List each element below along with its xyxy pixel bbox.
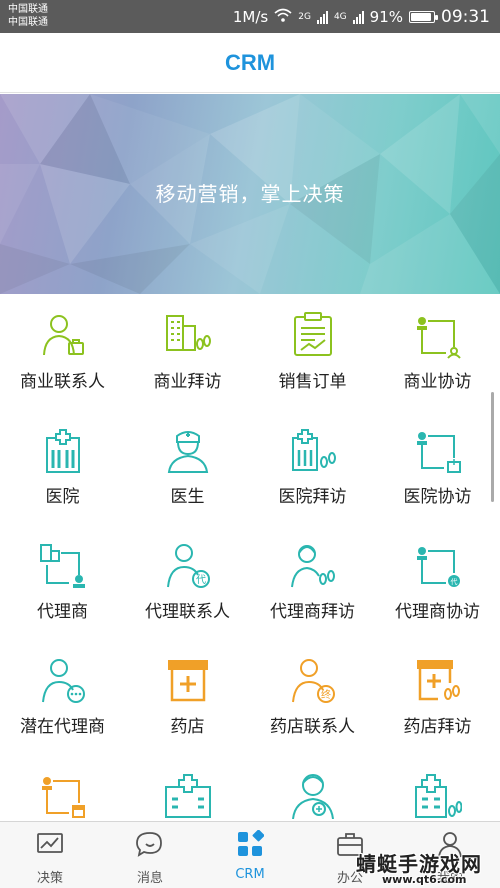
hospital-co-visit-icon <box>417 432 461 473</box>
grid-item-label: 医生 <box>170 487 205 507</box>
grid-item-agent-contact[interactable]: 代 代理联系人 <box>125 525 250 640</box>
grid-item-label: 医院 <box>45 487 80 507</box>
pharmacy-co-visit-icon <box>42 777 85 818</box>
grid-item-label: 商业拜访 <box>153 372 222 392</box>
grid-item-pharmacy-contact[interactable]: 终 药店联系人 <box>250 640 375 755</box>
grid-item-label: 药店 <box>170 717 205 737</box>
grid-item-agent-co-visit[interactable]: 代 代理商协访 <box>375 525 500 640</box>
grid-item-label: 代理商拜访 <box>270 602 355 622</box>
battery-percent: 91% <box>369 8 403 26</box>
business-visit-icon <box>166 315 211 351</box>
svg-text:代: 代 <box>451 577 458 586</box>
grid-item-doctor[interactable]: 医生 <box>125 410 250 525</box>
banner[interactable]: 移动营销，掌上决策 <box>0 94 500 294</box>
watermark: 蜻蜓手游戏网 www.qt6.com <box>348 846 500 888</box>
grid-item-business-visit[interactable]: 商业拜访 <box>125 295 250 410</box>
agent-icon <box>40 544 85 588</box>
nav-label: 消息 <box>136 871 163 886</box>
nav-item-decision[interactable]: 决策 <box>0 822 100 888</box>
business-contact-icon <box>43 315 84 356</box>
hospital-icon <box>46 429 80 473</box>
agent-contact-icon: 代 <box>167 544 210 588</box>
module-grid: 商业联系人 商业拜访 销售订单 商业协访 医院 医生 医院拜访 医院协访 代理商… <box>0 295 500 821</box>
grid-item-label: 医院协访 <box>403 487 472 507</box>
page-title: CRM <box>224 50 276 75</box>
pharmacy-visit-icon <box>417 660 460 701</box>
scrollbar[interactable] <box>491 392 494 502</box>
grid-item-label: 药店联系人 <box>270 717 355 737</box>
hospital-visit-icon <box>292 429 336 471</box>
grid-item-label: 代理联系人 <box>145 602 230 622</box>
grid-item-agent-visit[interactable]: 代理商拜访 <box>250 525 375 640</box>
watermark-url: www.qt6.com <box>382 873 467 886</box>
grid-item-hospital-building[interactable] <box>125 755 250 821</box>
nav-label: 决策 <box>36 871 63 886</box>
grid-item-business-contact[interactable]: 商业联系人 <box>0 295 125 410</box>
grid-item-label: 商业联系人 <box>20 372 105 392</box>
signal-icon <box>316 10 328 24</box>
crm-grid-icon <box>238 830 264 856</box>
carrier-1: 中国联通 <box>8 4 48 15</box>
potential-agent-icon <box>42 659 85 703</box>
banner-slogan: 移动营销，掌上决策 <box>155 182 345 206</box>
nav-label: CRM <box>235 867 265 882</box>
grid-item-business-co-visit[interactable]: 商业协访 <box>375 295 500 410</box>
agent-visit-icon <box>291 545 335 588</box>
pharmacy-icon <box>168 660 208 702</box>
grid-item-hospital[interactable]: 医院 <box>0 410 125 525</box>
grid-item-label: 代理商 <box>37 602 88 622</box>
doctor-plus-icon <box>292 774 334 819</box>
grid-item-hospital-co-visit[interactable]: 医院协访 <box>375 410 500 525</box>
net-type-1: 2G <box>298 12 311 22</box>
carrier-2: 中国联通 <box>8 17 48 28</box>
svg-text:终: 终 <box>321 688 331 701</box>
doctor-icon <box>167 431 209 473</box>
grid-item-label: 医院拜访 <box>278 487 347 507</box>
chart-icon <box>37 833 63 853</box>
grid-item-label: 商业协访 <box>403 372 472 392</box>
grid-item-pharmacy-co-visit[interactable] <box>0 755 125 821</box>
signal-icon-2 <box>352 10 364 24</box>
grid-item-label: 销售订单 <box>278 372 347 392</box>
message-icon <box>136 832 162 857</box>
grid-item-pharmacy-visit[interactable]: 药店拜访 <box>375 640 500 755</box>
status-bar: 中国联通 中国联通 1M/s 2G 4G 91% 09:31 <box>0 0 500 33</box>
grid-item-pharmacy[interactable]: 药店 <box>125 640 250 755</box>
wifi-icon <box>274 8 292 26</box>
battery-icon <box>409 11 438 23</box>
nav-item-crm[interactable]: CRM <box>200 822 300 888</box>
grid-item-hospital-visit[interactable]: 医院拜访 <box>250 410 375 525</box>
grid-item-label: 药店拜访 <box>403 717 472 737</box>
grid-item-label: 代理商协访 <box>395 602 480 622</box>
grid-item-label: 潜在代理商 <box>20 717 105 737</box>
status-indicators: 1M/s 2G 4G 91% 09:31 <box>233 6 490 28</box>
pharmacy-contact-icon: 终 <box>292 659 335 703</box>
net-type-2: 4G <box>333 12 347 22</box>
grid-item-sales-order[interactable]: 销售订单 <box>250 295 375 410</box>
carrier-info: 中国联通 中国联通 <box>8 3 48 29</box>
nav-item-messages[interactable]: 消息 <box>100 822 200 888</box>
hospital-building-icon <box>165 774 211 818</box>
grid-item-hospital-visit-2[interactable] <box>375 755 500 821</box>
hospital-visit-2-icon <box>415 774 462 818</box>
grid-item-potential-agent[interactable]: 潜在代理商 <box>0 640 125 755</box>
app-header: CRM <box>0 33 500 93</box>
grid-item-doctor-plus[interactable] <box>250 755 375 821</box>
svg-text:代: 代 <box>196 574 206 586</box>
business-co-visit-icon <box>417 317 461 359</box>
grid-item-agent[interactable]: 代理商 <box>0 525 125 640</box>
sales-order-icon <box>294 312 332 356</box>
network-speed: 1M/s <box>232 8 269 26</box>
clock: 09:31 <box>441 7 490 27</box>
agent-co-visit-icon: 代 <box>417 547 460 587</box>
